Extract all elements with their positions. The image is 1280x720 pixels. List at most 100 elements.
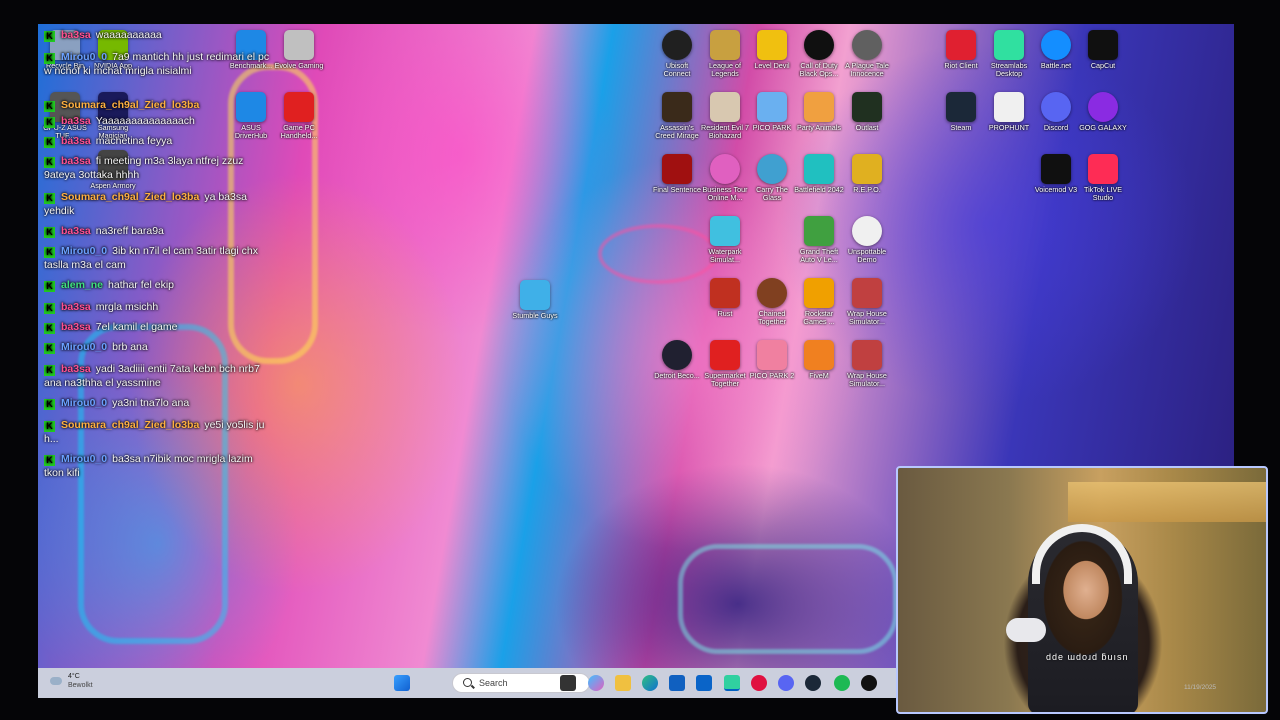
chat-username: ba3sa [61,155,91,167]
desktop-icon[interactable]: PICO PARK 2 [747,340,797,380]
desktop-icon[interactable]: PICO PARK [747,92,797,132]
app-icon [852,92,882,122]
desktop-icon[interactable]: PROPHUNT [984,92,1034,132]
app-icon [1041,92,1071,122]
desktop-icon-label: TikTok LIVE Studio [1083,185,1123,202]
desktop-icon[interactable]: League of Legends [700,30,750,78]
desktop-icon[interactable]: Detroit Beco... [652,340,702,380]
chat-username: ba3sa [61,225,91,237]
desktop-icon-label: Chained Together [758,309,786,326]
copilot-icon[interactable] [588,675,604,691]
desktop-icon[interactable]: Wrap House Simulator... [842,340,892,388]
outlook-icon[interactable] [696,675,712,691]
chat-message: K Soumara_ch9al_Zied_lo3ba ya ba3sa yehdik [44,190,274,218]
desktop-icon[interactable]: FiveM [794,340,844,380]
windows-start-icon[interactable] [394,675,410,691]
chat-username: Soumara_ch9al_Zied_lo3ba [61,99,200,111]
app-icon [284,92,314,122]
desktop-icon[interactable]: A Plague Tale Innocence [842,30,892,78]
desktop-icon[interactable]: TikTok LIVE Studio [1078,154,1128,202]
desktop-icon[interactable]: Steam [936,92,986,132]
discord-icon[interactable] [778,675,794,691]
kick-badge-icon: K [44,117,55,128]
desktop-icon[interactable]: Rust [700,278,750,318]
spotify-icon[interactable] [834,675,850,691]
desktop-icon[interactable]: Battlefield 2042 [794,154,844,194]
desktop-icon[interactable]: Call of Duty Black Ops... [794,30,844,78]
app-icon[interactable] [861,675,877,691]
desktop-icon[interactable]: Outlast [842,92,892,132]
app-icon [946,30,976,60]
chat-message: K Mirou0_0 3ib kn n7il el cam 3atir tlagi … [44,244,274,272]
edge-icon[interactable] [642,675,658,691]
chat-text: na3reff bara9a [95,225,164,237]
desktop-icon[interactable]: Wrap House Simulator... [842,278,892,326]
desktop-icon[interactable]: Rockstar Games ... [794,278,844,326]
wallpaper-neon [678,544,898,654]
desktop-icon[interactable]: Stumble Guys [510,280,560,320]
desktop-icon[interactable]: R.E.P.O. [842,154,892,194]
desktop-icon[interactable]: Grand Theft Auto V Le... [794,216,844,264]
desktop-icon[interactable]: Level Devil [747,30,797,70]
desktop-icon[interactable]: GOG GALAXY [1078,92,1128,132]
kick-badge-icon: K [44,303,55,314]
chat-message: Kba3sa 7el kamil el game [44,320,274,334]
app-icon [804,340,834,370]
chat-message: K Soumara_ch9al_Zied_lo3ba ye5i yo5lis ju … [44,418,274,446]
desktop-icon[interactable]: Supermarket Together [700,340,750,388]
desktop-icon[interactable]: Party Animals [794,92,844,132]
app-icon [710,340,740,370]
kick-badge-icon: K [44,323,55,334]
desktop-icon[interactable]: Ubisoft Connect [652,30,702,78]
chat-message: K Mirou0_0 ya3ni tna7lo ana [44,396,274,410]
desktop-icon[interactable]: Evolve Gaming [274,30,324,70]
chat-message: Kba3sa mrgla msichh [44,300,274,314]
desktop-icon-label: Business Tour Online M... [702,185,748,202]
desktop-icon[interactable]: Unspottable Demo [842,216,892,264]
desktop-icon[interactable]: Riot Client [936,30,986,70]
desktop-icon-label: Waterpark Simulat... [708,247,742,264]
app-icon [284,30,314,60]
desktop-icon[interactable]: Battle.net [1031,30,1081,70]
app-icon [852,30,882,60]
kick-badge-icon: K [44,157,55,168]
chat-username: Soumara_ch9al_Zied_lo3ba [61,419,200,431]
desktop-icon[interactable]: Discord [1031,92,1081,132]
store-icon[interactable] [669,675,685,691]
steam-icon[interactable] [805,675,821,691]
desktop-icon-label: Supermarket Together [704,371,746,388]
chat-message: Kba3sa fi meeting m3a 3laya ntfrej zzuz 9… [44,154,274,182]
desktop-icon[interactable]: Streamlabs Desktop [984,30,1034,78]
desktop-icon[interactable]: Chained Together [747,278,797,326]
app-icon [946,92,976,122]
desktop-icon-label: Wrap House Simulator... [847,371,887,388]
kick-badge-icon: K [44,421,55,432]
app-icon [710,30,740,60]
desktop-icon-label: R.E.P.O. [853,185,881,194]
app-icon [852,278,882,308]
desktop-icon[interactable]: Resident Evil 7 Biohazard [700,92,750,140]
desktop-icon[interactable]: Carry The Glass [747,154,797,202]
chat-text: 7el kamil el game [95,321,178,333]
desktop-icon[interactable]: Voicemod V3 [1031,154,1081,194]
desktop-icon-label: Streamlabs Desktop [990,61,1028,78]
desktop-icon[interactable]: Assassin's Creed Mirage [652,92,702,140]
app-icon [757,340,787,370]
desktop-icon[interactable]: Business Tour Online M... [700,154,750,202]
desktop-icon[interactable]: Final Sentence [652,154,702,194]
webcam-overlay: dde ɯdoɹd ƃuısn 11/19/2025 [896,466,1268,714]
app-icon [662,92,692,122]
streamlabs-icon[interactable] [724,675,740,691]
app-icon [757,30,787,60]
chat-message: K Soumara_ch9al_Zied_lo3ba [44,98,274,112]
opera-gx-icon[interactable] [751,675,767,691]
file-explorer-icon[interactable] [615,675,631,691]
desktop-icon-label: Game PC Handheld... [280,123,318,140]
task-view-icon[interactable] [560,675,576,691]
desktop-icon[interactable]: Waterpark Simulat... [700,216,750,264]
desktop-icon[interactable]: Game PC Handheld... [274,92,324,140]
chat-username: ba3sa [61,321,91,333]
desktop-icon-label: Steam [950,123,972,132]
desktop-icon[interactable]: CapCut [1078,30,1128,70]
desktop-icon-label: Ubisoft Connect [663,61,691,78]
